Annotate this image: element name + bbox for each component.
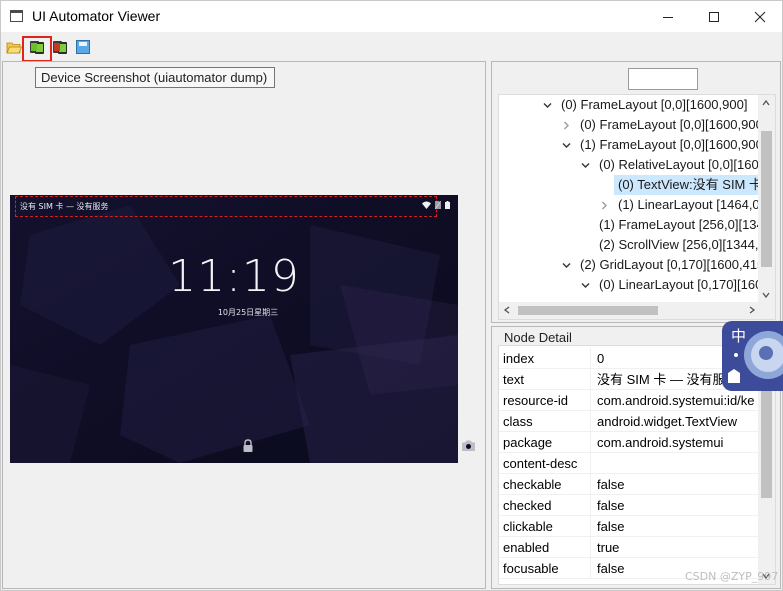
tree-row[interactable]: (1) FrameLayout [256,0][134: [499, 215, 764, 235]
tree-row-label: (2) GridLayout [0,170][1600,415: [580, 257, 765, 272]
tree-row[interactable]: (1) FrameLayout [0,0][1600,900]: [499, 135, 766, 155]
tree-row-label: (0) TextView:没有 SIM 卡: [614, 175, 766, 195]
app-window: UI Automator Viewer 没有 SIM 卡 — 没有服务 11:1…: [0, 0, 783, 591]
status-icons: [422, 201, 450, 209]
lockscreen-date: 10月25日星期三: [217, 308, 279, 317]
wifi-icon: [422, 201, 431, 209]
detail-key: checked: [503, 495, 591, 516]
tree-filter-input[interactable]: [628, 68, 698, 90]
tree-row-label: (2) ScrollView [256,0][1344,8: [599, 237, 766, 252]
scroll-left-icon[interactable]: [503, 306, 511, 314]
detail-value: false: [597, 477, 625, 492]
watermark: CSDN @ZYP_997: [685, 570, 779, 583]
minimize-button[interactable]: [645, 1, 691, 32]
detail-key: enabled: [503, 537, 591, 558]
tree-row-label: (1) LinearLayout [1464,0]: [618, 197, 764, 212]
tree-row[interactable]: (2) GridLayout [0,170][1600,415: [499, 255, 765, 275]
app-icon: [10, 10, 23, 22]
detail-key: clickable: [503, 516, 591, 537]
tree-row-label: (0) FrameLayout [0,0][1600,900]: [580, 117, 767, 132]
no-sim-icon: [435, 201, 441, 209]
node-detail-title: Node Detail: [502, 330, 574, 345]
tree-row-label: (0) RelativeLayout [0,0][1600: [599, 157, 766, 172]
toolbar-highlight: [22, 36, 52, 62]
tree-row-selected[interactable]: (0) TextView:没有 SIM 卡: [499, 175, 766, 195]
detail-key: resource-id: [503, 390, 591, 411]
save-icon[interactable]: [75, 39, 91, 55]
toolbar-tooltip: Device Screenshot (uiautomator dump): [35, 67, 275, 88]
ime-floating-widget[interactable]: 中: [722, 321, 783, 391]
detail-key: content-desc: [503, 453, 591, 474]
detail-key: focusable: [503, 558, 591, 579]
detail-key: package: [503, 432, 591, 453]
detail-row[interactable]: content-desc: [499, 453, 761, 474]
tree-row-label: (0) LinearLayout [0,170][160: [599, 277, 763, 292]
detail-value: true: [597, 540, 620, 555]
detail-value: false: [597, 519, 625, 534]
chevron-right-icon[interactable]: [562, 121, 571, 130]
tree-row[interactable]: (0) FrameLayout [0,0][1600,900]: [499, 115, 766, 135]
lock-icon: [243, 439, 253, 452]
device-screenshot[interactable]: 没有 SIM 卡 — 没有服务 11:19 10月25日星期三: [10, 195, 458, 463]
camera-icon: [462, 440, 475, 451]
detail-row[interactable]: class android.widget.TextView: [499, 411, 761, 432]
detail-value: android.widget.TextView: [597, 414, 737, 429]
detail-row[interactable]: resource-id com.android.systemui:id/ke: [499, 390, 761, 411]
tree-horizontal-scrollbar[interactable]: [499, 302, 760, 319]
chevron-right-icon[interactable]: [600, 201, 609, 210]
maximize-icon: [709, 11, 719, 22]
tree-row-label: (1) FrameLayout [256,0][134: [599, 217, 764, 232]
open-folder-icon[interactable]: [6, 39, 22, 55]
tree-row-label: (1) FrameLayout [0,0][1600,900]: [580, 137, 767, 152]
tree-row-label: (0) FrameLayout [0,0][1600,900]: [561, 97, 748, 112]
chevron-down-icon[interactable]: [562, 261, 571, 270]
detail-key: text: [503, 369, 591, 390]
minimize-icon: [663, 16, 673, 18]
tree-vertical-scrollbar[interactable]: [758, 95, 775, 304]
window-title: UI Automator Viewer: [32, 8, 161, 24]
hierarchy-tree[interactable]: (0) FrameLayout [0,0][1600,900] (0) Fram…: [498, 94, 776, 320]
scrollbar-corner: [758, 302, 775, 319]
detail-value: [597, 453, 767, 474]
chevron-down-icon[interactable]: [562, 141, 571, 150]
toolbar: [1, 32, 782, 60]
close-icon: [754, 11, 766, 22]
detail-key: index: [503, 348, 591, 369]
screenshot-panel: 没有 SIM 卡 — 没有服务 11:19 10月25日星期三: [2, 61, 486, 589]
lockscreen-clock: 11:19: [168, 251, 300, 302]
tree-row[interactable]: (0) RelativeLayout [0,0][1600: [499, 155, 766, 175]
detail-row[interactable]: enabled true: [499, 537, 761, 558]
scroll-down-icon[interactable]: [762, 291, 770, 299]
device-screenshot-compressed-icon[interactable]: [52, 39, 68, 55]
wallpaper: [10, 195, 458, 463]
battery-icon: [445, 201, 450, 209]
tree-row[interactable]: (2) ScrollView [256,0][1344,8: [499, 235, 766, 255]
title-bar: UI Automator Viewer: [1, 1, 782, 32]
hierarchy-panel: (0) FrameLayout [0,0][1600,900] (0) Fram…: [491, 61, 781, 323]
detail-row[interactable]: checked false: [499, 495, 761, 516]
detail-row[interactable]: package com.android.systemui: [499, 432, 761, 453]
status-bar-text: 没有 SIM 卡 — 没有服务: [20, 202, 109, 211]
tree-row[interactable]: (0) FrameLayout [0,0][1600,900]: [499, 95, 761, 115]
detail-key: class: [503, 411, 591, 432]
tree-row[interactable]: (1) LinearLayout [1464,0]: [499, 195, 764, 215]
detail-key: checkable: [503, 474, 591, 495]
detail-row[interactable]: clickable false: [499, 516, 761, 537]
detail-value: false: [597, 498, 625, 513]
detail-row[interactable]: checkable false: [499, 474, 761, 495]
maximize-button[interactable]: [691, 1, 737, 32]
detail-value: com.android.systemui:id/ke: [597, 393, 755, 408]
scroll-right-icon[interactable]: [748, 306, 756, 314]
ime-label: 中: [731, 327, 747, 345]
detail-value: com.android.systemui: [597, 435, 724, 450]
close-button[interactable]: [737, 1, 783, 32]
scrollbar-thumb[interactable]: [518, 306, 658, 315]
chevron-down-icon[interactable]: [581, 161, 590, 170]
chevron-down-icon[interactable]: [581, 281, 590, 290]
scroll-up-icon[interactable]: [762, 99, 770, 107]
chevron-down-icon[interactable]: [543, 101, 552, 110]
scrollbar-thumb[interactable]: [761, 131, 772, 267]
tree-row[interactable]: (0) LinearLayout [0,170][160: [499, 275, 763, 295]
